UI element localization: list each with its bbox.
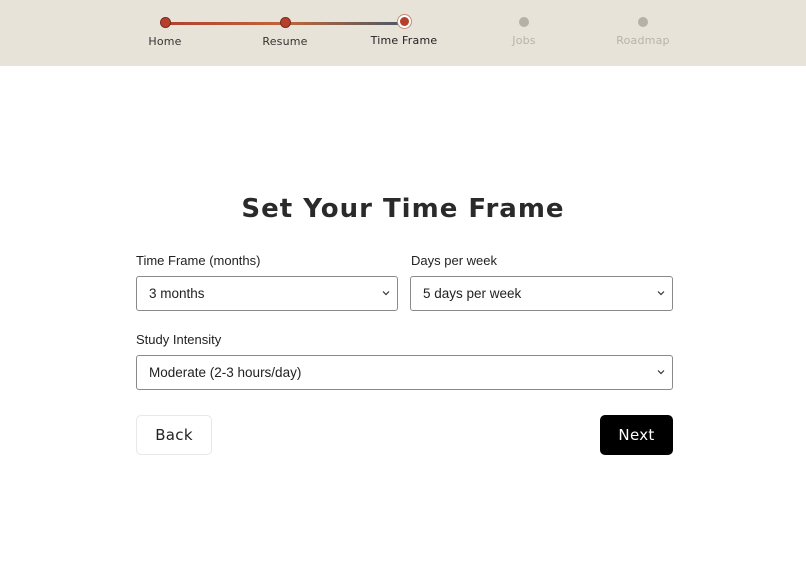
step-dot [519, 17, 529, 27]
step-dot [279, 17, 291, 28]
back-button[interactable]: Back [136, 415, 212, 455]
step-roadmap: Roadmap [583, 17, 703, 47]
study-intensity-label: Study Intensity [136, 332, 222, 347]
time-frame-label: Time Frame (months) [136, 253, 261, 268]
days-per-week-value: 5 days per week [423, 286, 522, 301]
chevron-down-icon [657, 370, 665, 375]
step-home[interactable]: Home [105, 17, 225, 48]
step-dot [399, 17, 409, 26]
study-intensity-select[interactable]: Moderate (2-3 hours/day) [136, 355, 673, 390]
step-resume[interactable]: Resume [225, 17, 345, 48]
step-jobs: Jobs [464, 17, 584, 47]
step-label: Resume [262, 35, 308, 48]
days-per-week-label: Days per week [411, 253, 497, 268]
step-dot [159, 17, 171, 28]
step-label: Jobs [512, 34, 536, 47]
step-time-frame[interactable]: Time Frame [344, 17, 464, 47]
step-label: Home [148, 35, 182, 48]
time-frame-select[interactable]: 3 months [136, 276, 398, 311]
chevron-down-icon [657, 291, 665, 296]
progress-stepper: Home Resume Time Frame Jobs Roadmap [0, 0, 806, 66]
step-dot [638, 17, 648, 27]
page-title: Set Your Time Frame [241, 194, 565, 224]
next-button[interactable]: Next [600, 415, 673, 455]
days-per-week-select[interactable]: 5 days per week [410, 276, 673, 311]
chevron-down-icon [382, 291, 390, 296]
step-label: Time Frame [370, 34, 438, 47]
time-frame-value: 3 months [149, 286, 205, 301]
study-intensity-value: Moderate (2-3 hours/day) [149, 365, 302, 380]
step-label: Roadmap [616, 34, 670, 47]
